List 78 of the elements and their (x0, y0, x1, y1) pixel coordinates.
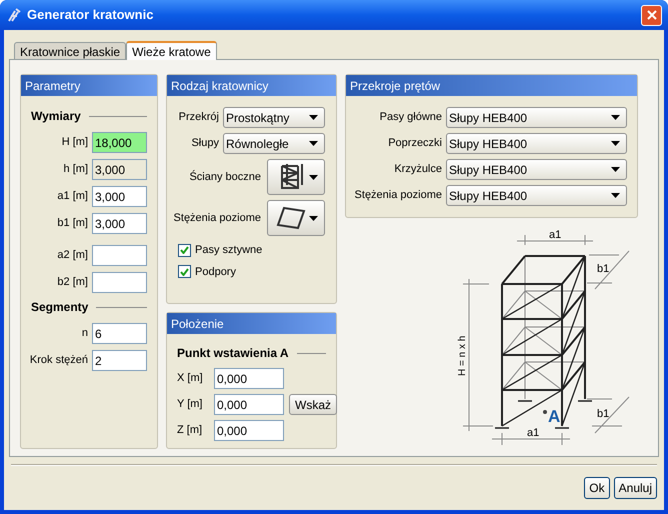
input-field[interactable]: 0,000 (214, 394, 284, 415)
field-label: a2 [m] (57, 248, 88, 264)
check-icon (180, 246, 189, 254)
field-label: a1 [m] (57, 189, 88, 204)
checkbox-label: Pasy sztywne (195, 243, 262, 258)
caret-icon (309, 115, 318, 120)
dropdown[interactable]: Równoległe (223, 133, 325, 154)
field-label: H [m] (62, 135, 88, 150)
dropdown[interactable]: Słupy HEB400 (446, 133, 627, 154)
dimension-label: a1 (527, 427, 540, 439)
field-label: Stężenia poziome (174, 210, 261, 226)
tab[interactable]: Kratownice płaskie (14, 42, 126, 59)
input-field[interactable]: 3,000 (92, 186, 147, 207)
caret-icon (309, 174, 318, 180)
field-label: Y [m] (177, 397, 204, 412)
check-icon (180, 268, 189, 276)
field-label: Pasy główne (380, 110, 442, 126)
bracing-icon (276, 206, 306, 230)
picker-button[interactable] (267, 159, 325, 195)
field-label: h [m] (64, 162, 88, 178)
input-field[interactable]: 3,000 (92, 159, 147, 180)
field-label: n (82, 326, 88, 342)
input-field[interactable] (92, 272, 147, 293)
field-label: Z [m] (177, 423, 204, 438)
close-icon (646, 10, 656, 20)
field-label: Poprzeczki (388, 136, 442, 152)
caret-icon (309, 141, 318, 146)
caret-icon (611, 193, 620, 198)
dimension-label: H = n x h (457, 336, 468, 376)
field-label: Krok stężeń (30, 353, 88, 368)
input-field[interactable]: 18,000 (92, 132, 147, 153)
input-field[interactable]: 3,000 (92, 213, 147, 234)
point-label: A (548, 407, 560, 426)
dialog-button[interactable]: Anuluj (614, 477, 657, 499)
tab[interactable]: Wieże kratowe (126, 41, 217, 60)
dropdown[interactable]: Prostokątny (223, 107, 325, 128)
field-label: b2 [m] (57, 275, 88, 290)
section-heading: Segmenty (31, 299, 88, 316)
app-icon (6, 7, 22, 23)
dimension-line (586, 396, 630, 434)
panel-header: Parametry (21, 75, 157, 96)
dropdown[interactable]: Słupy HEB400 (446, 185, 627, 206)
dimension-label: b1 (597, 408, 610, 420)
caret-icon (611, 167, 620, 172)
input-field[interactable]: 0,000 (214, 368, 284, 389)
caret-icon (611, 115, 620, 120)
dimension-label: a1 (549, 229, 562, 241)
dimension-line (586, 250, 630, 290)
section-heading: Punkt wstawienia A (177, 345, 289, 362)
panel-header: Położenie (167, 313, 336, 334)
close-button[interactable] (641, 4, 662, 26)
point-marker (543, 410, 547, 414)
window-title: Generator kratownic (27, 6, 154, 24)
field-label: X [m] (177, 371, 204, 386)
input-field[interactable]: 2 (92, 350, 147, 371)
caret-icon (611, 141, 620, 146)
dropdown[interactable]: Słupy HEB400 (446, 159, 627, 180)
panel-header: Rodzaj kratownicy (167, 75, 336, 96)
input-field[interactable]: 6 (92, 323, 147, 344)
pick-button[interactable]: Wskaż (289, 394, 337, 415)
field-label: Krzyżulce (394, 162, 442, 178)
panel-header: Przekroje prętów (346, 75, 637, 96)
field-label: Przekrój (178, 110, 219, 126)
checkbox[interactable] (178, 265, 191, 278)
field-label: Stężenia poziome (354, 188, 442, 204)
field-label: Ściany boczne (189, 169, 261, 185)
input-field[interactable]: 0,000 (214, 420, 284, 441)
field-label: b1 [m] (57, 216, 88, 232)
picker-button[interactable] (267, 200, 325, 236)
dropdown[interactable]: Słupy HEB400 (446, 107, 627, 128)
section-heading: Wymiary (31, 108, 81, 125)
input-field[interactable] (92, 245, 147, 266)
caret-icon (309, 216, 318, 220)
field-label: Słupy (191, 136, 219, 152)
checkbox-label: Podpory (195, 264, 236, 280)
dimension-label: b1 (597, 263, 610, 275)
checkbox[interactable] (178, 244, 191, 257)
dialog-button[interactable]: Ok (584, 477, 610, 499)
